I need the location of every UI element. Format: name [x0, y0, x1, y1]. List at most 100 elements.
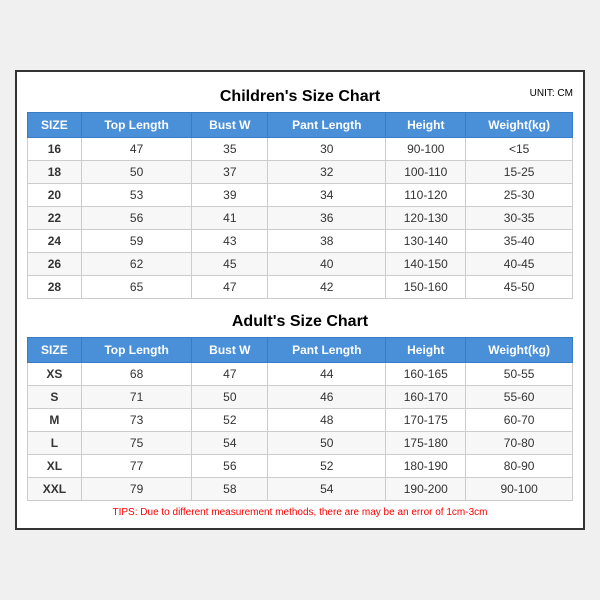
table-cell: 77 [81, 455, 192, 478]
table-cell: 150-160 [386, 276, 466, 299]
table-cell: 160-165 [386, 363, 466, 386]
table-cell: 34 [268, 184, 386, 207]
table-cell: 56 [81, 207, 192, 230]
table-row: XS684744160-16550-55 [28, 363, 573, 386]
table-row: 1647353090-100<15 [28, 138, 573, 161]
table-cell: 42 [268, 276, 386, 299]
children-header-cell: Pant Length [268, 113, 386, 138]
table-cell: 90-100 [466, 478, 573, 501]
table-row: XL775652180-19080-90 [28, 455, 573, 478]
table-row: S715046160-17055-60 [28, 386, 573, 409]
adults-header-row: SIZETop LengthBust WPant LengthHeightWei… [28, 338, 573, 363]
table-cell: 59 [81, 230, 192, 253]
table-cell: L [28, 432, 82, 455]
table-cell: 47 [81, 138, 192, 161]
table-cell: 50-55 [466, 363, 573, 386]
table-cell: 100-110 [386, 161, 466, 184]
table-cell: 52 [268, 455, 386, 478]
table-cell: <15 [466, 138, 573, 161]
table-cell: 30-35 [466, 207, 573, 230]
table-cell: 47 [192, 276, 268, 299]
children-header-cell: Height [386, 113, 466, 138]
table-cell: 24 [28, 230, 82, 253]
adults-section-title: Adult's Size Chart [27, 307, 573, 333]
table-cell: 28 [28, 276, 82, 299]
adults-header-cell: Bust W [192, 338, 268, 363]
table-row: 22564136120-13030-35 [28, 207, 573, 230]
adults-header-cell: SIZE [28, 338, 82, 363]
table-cell: XXL [28, 478, 82, 501]
unit-label: UNIT: CM [530, 88, 573, 99]
table-cell: 58 [192, 478, 268, 501]
table-row: 24594338130-14035-40 [28, 230, 573, 253]
table-row: XXL795854190-20090-100 [28, 478, 573, 501]
table-cell: M [28, 409, 82, 432]
table-cell: 56 [192, 455, 268, 478]
children-header-cell: Bust W [192, 113, 268, 138]
table-cell: 48 [268, 409, 386, 432]
table-cell: 53 [81, 184, 192, 207]
table-cell: S [28, 386, 82, 409]
table-cell: 79 [81, 478, 192, 501]
table-cell: 22 [28, 207, 82, 230]
tips-text: TIPS: Due to different measurement metho… [27, 507, 573, 518]
table-row: 26624540140-15040-45 [28, 253, 573, 276]
table-cell: 32 [268, 161, 386, 184]
table-cell: 38 [268, 230, 386, 253]
table-row: L755450175-18070-80 [28, 432, 573, 455]
table-cell: 73 [81, 409, 192, 432]
table-cell: 90-100 [386, 138, 466, 161]
adults-header-cell: Height [386, 338, 466, 363]
table-cell: 50 [268, 432, 386, 455]
table-row: 28654742150-16045-50 [28, 276, 573, 299]
table-cell: 175-180 [386, 432, 466, 455]
children-header-row: SIZETop LengthBust WPant LengthHeightWei… [28, 113, 573, 138]
table-cell: XL [28, 455, 82, 478]
table-cell: 50 [192, 386, 268, 409]
table-cell: 190-200 [386, 478, 466, 501]
adults-header-cell: Top Length [81, 338, 192, 363]
table-cell: 52 [192, 409, 268, 432]
table-cell: 45-50 [466, 276, 573, 299]
table-cell: 170-175 [386, 409, 466, 432]
table-cell: 41 [192, 207, 268, 230]
table-cell: 60-70 [466, 409, 573, 432]
table-cell: 45 [192, 253, 268, 276]
table-row: 18503732100-11015-25 [28, 161, 573, 184]
table-cell: 50 [81, 161, 192, 184]
table-cell: 120-130 [386, 207, 466, 230]
adults-header-cell: Pant Length [268, 338, 386, 363]
table-cell: 36 [268, 207, 386, 230]
table-cell: 80-90 [466, 455, 573, 478]
adults-header-cell: Weight(kg) [466, 338, 573, 363]
table-cell: 40-45 [466, 253, 573, 276]
table-cell: 180-190 [386, 455, 466, 478]
table-cell: 18 [28, 161, 82, 184]
adults-size-table: SIZETop LengthBust WPant LengthHeightWei… [27, 337, 573, 501]
table-cell: 43 [192, 230, 268, 253]
table-cell: 20 [28, 184, 82, 207]
table-cell: 70-80 [466, 432, 573, 455]
table-cell: 37 [192, 161, 268, 184]
children-title-text: Children's Size Chart [220, 88, 380, 105]
table-row: 20533934110-12025-30 [28, 184, 573, 207]
table-cell: 25-30 [466, 184, 573, 207]
table-cell: 47 [192, 363, 268, 386]
size-chart-container: Children's Size Chart UNIT: CM SIZETop L… [15, 70, 585, 530]
table-cell: 40 [268, 253, 386, 276]
table-cell: 110-120 [386, 184, 466, 207]
table-cell: 35-40 [466, 230, 573, 253]
table-cell: 39 [192, 184, 268, 207]
table-cell: 15-25 [466, 161, 573, 184]
table-cell: 68 [81, 363, 192, 386]
table-cell: 16 [28, 138, 82, 161]
table-cell: 130-140 [386, 230, 466, 253]
children-header-cell: Weight(kg) [466, 113, 573, 138]
table-cell: 44 [268, 363, 386, 386]
children-size-table: SIZETop LengthBust WPant LengthHeightWei… [27, 112, 573, 299]
table-cell: 35 [192, 138, 268, 161]
table-row: M735248170-17560-70 [28, 409, 573, 432]
table-cell: 54 [192, 432, 268, 455]
children-section-title: Children's Size Chart UNIT: CM [27, 82, 573, 108]
children-header-cell: SIZE [28, 113, 82, 138]
